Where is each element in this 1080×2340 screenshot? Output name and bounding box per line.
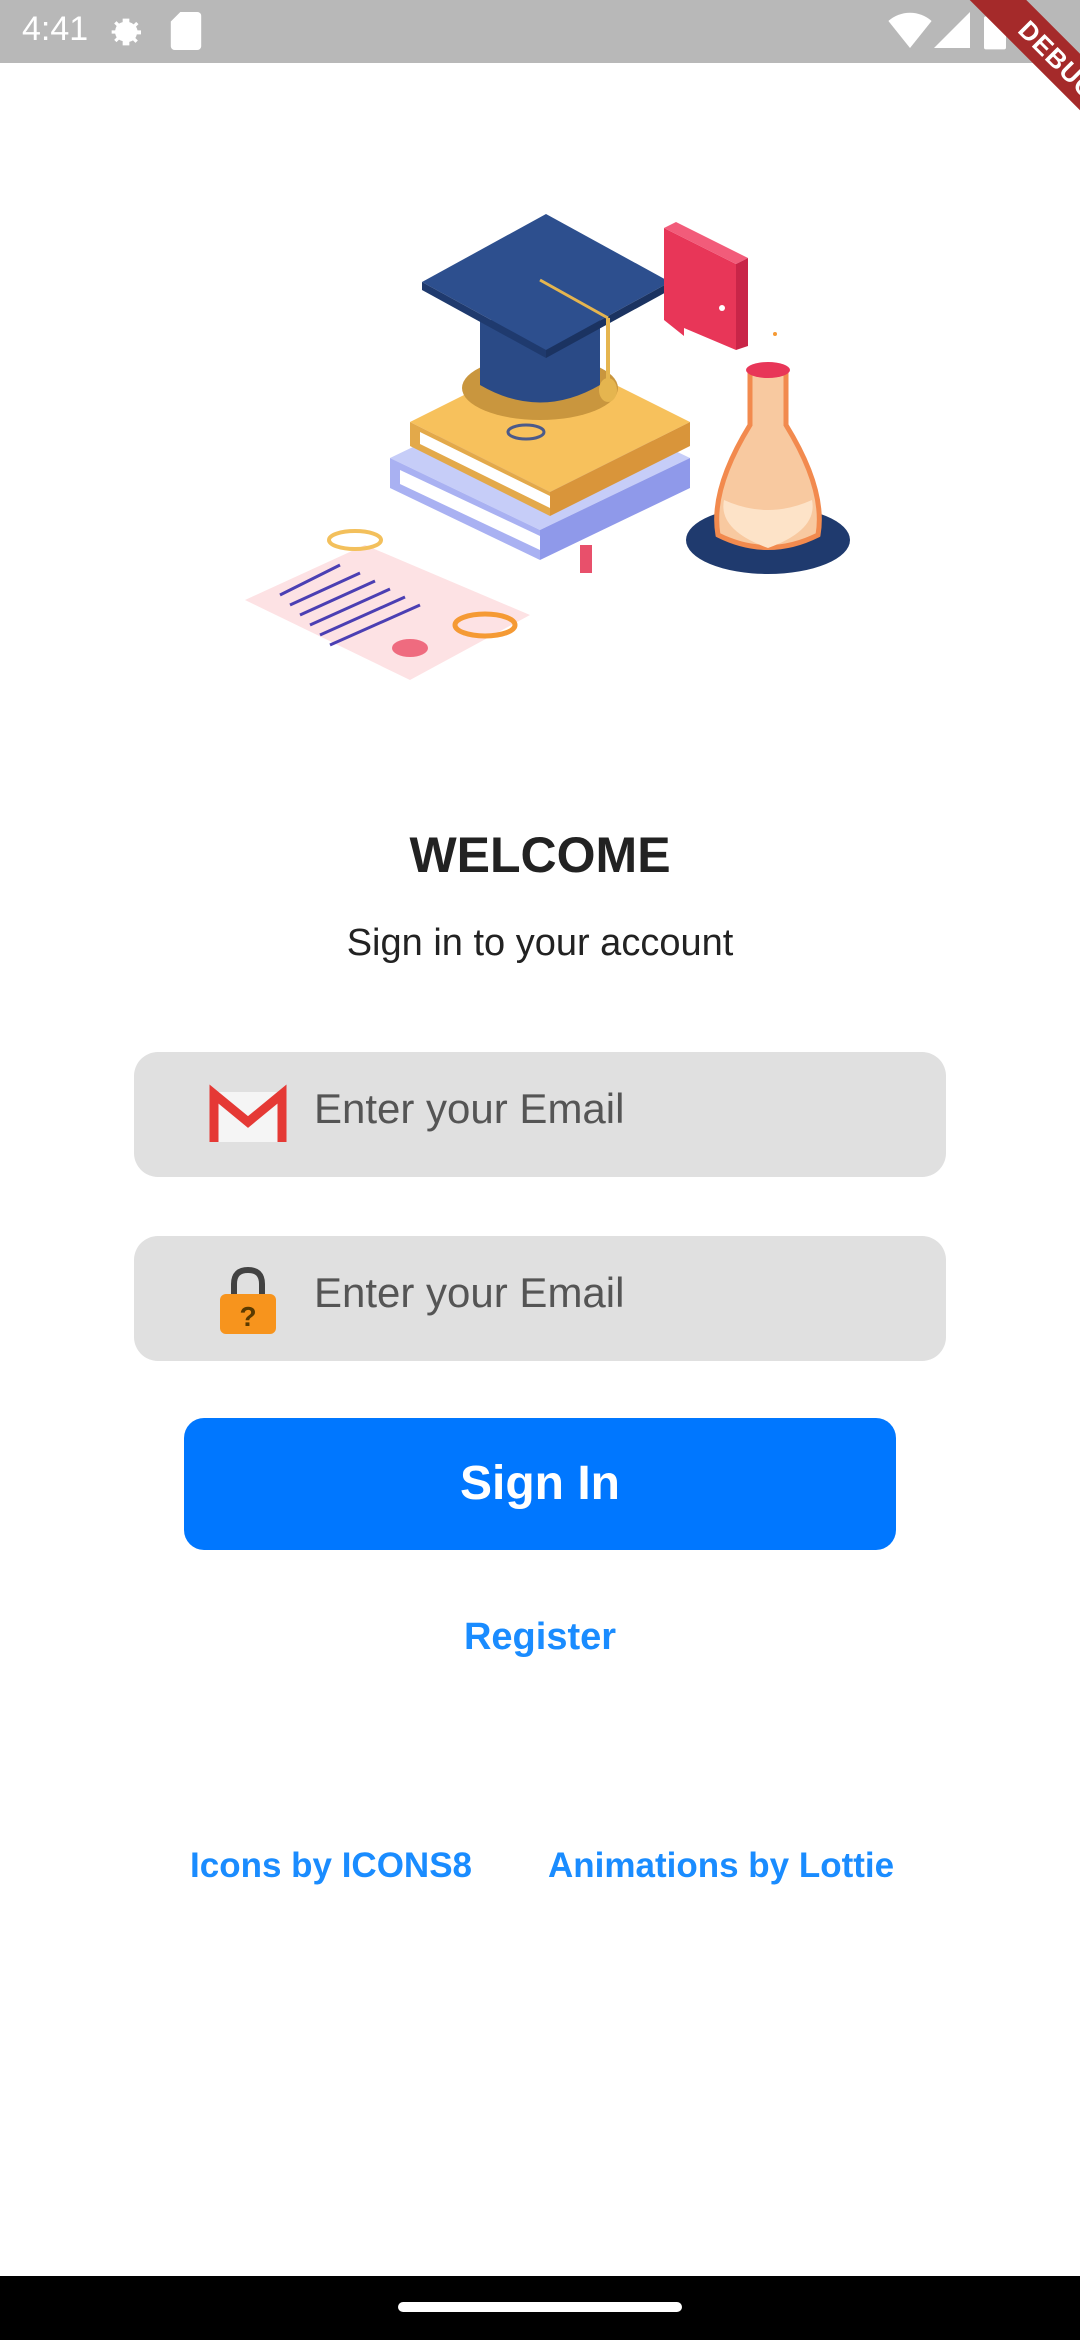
status-bar: 4:41	[0, 0, 1080, 63]
sign-in-button[interactable]: Sign In	[184, 1418, 896, 1550]
debug-label: DEBUG	[959, 0, 1080, 159]
welcome-subtitle: Sign in to your account	[346, 922, 734, 964]
graduation-books-flask-illustration	[245, 214, 850, 680]
home-gesture-handle[interactable]	[398, 2302, 682, 2312]
animations-credit-link[interactable]: Animations by Lottie	[548, 1846, 894, 1886]
status-time: 4:41	[22, 10, 89, 48]
settings-gear-icon	[111, 18, 141, 46]
gmail-icon	[209, 1084, 287, 1142]
register-link[interactable]: Register	[0, 1616, 1080, 1659]
lock-icon: ?	[220, 1266, 276, 1334]
svg-text:?: ?	[239, 1301, 256, 1332]
email-field[interactable]	[134, 1052, 946, 1177]
debug-banner: DEBUG	[920, 0, 1080, 160]
password-input[interactable]	[312, 1268, 916, 1318]
password-field[interactable]: ?	[134, 1236, 946, 1361]
welcome-title: WELCOME	[409, 827, 671, 883]
sd-card-icon	[170, 12, 202, 50]
email-input[interactable]	[312, 1084, 916, 1134]
icons-credit-link[interactable]: Icons by ICONS8	[190, 1846, 472, 1886]
navigation-bar	[0, 2276, 1080, 2340]
